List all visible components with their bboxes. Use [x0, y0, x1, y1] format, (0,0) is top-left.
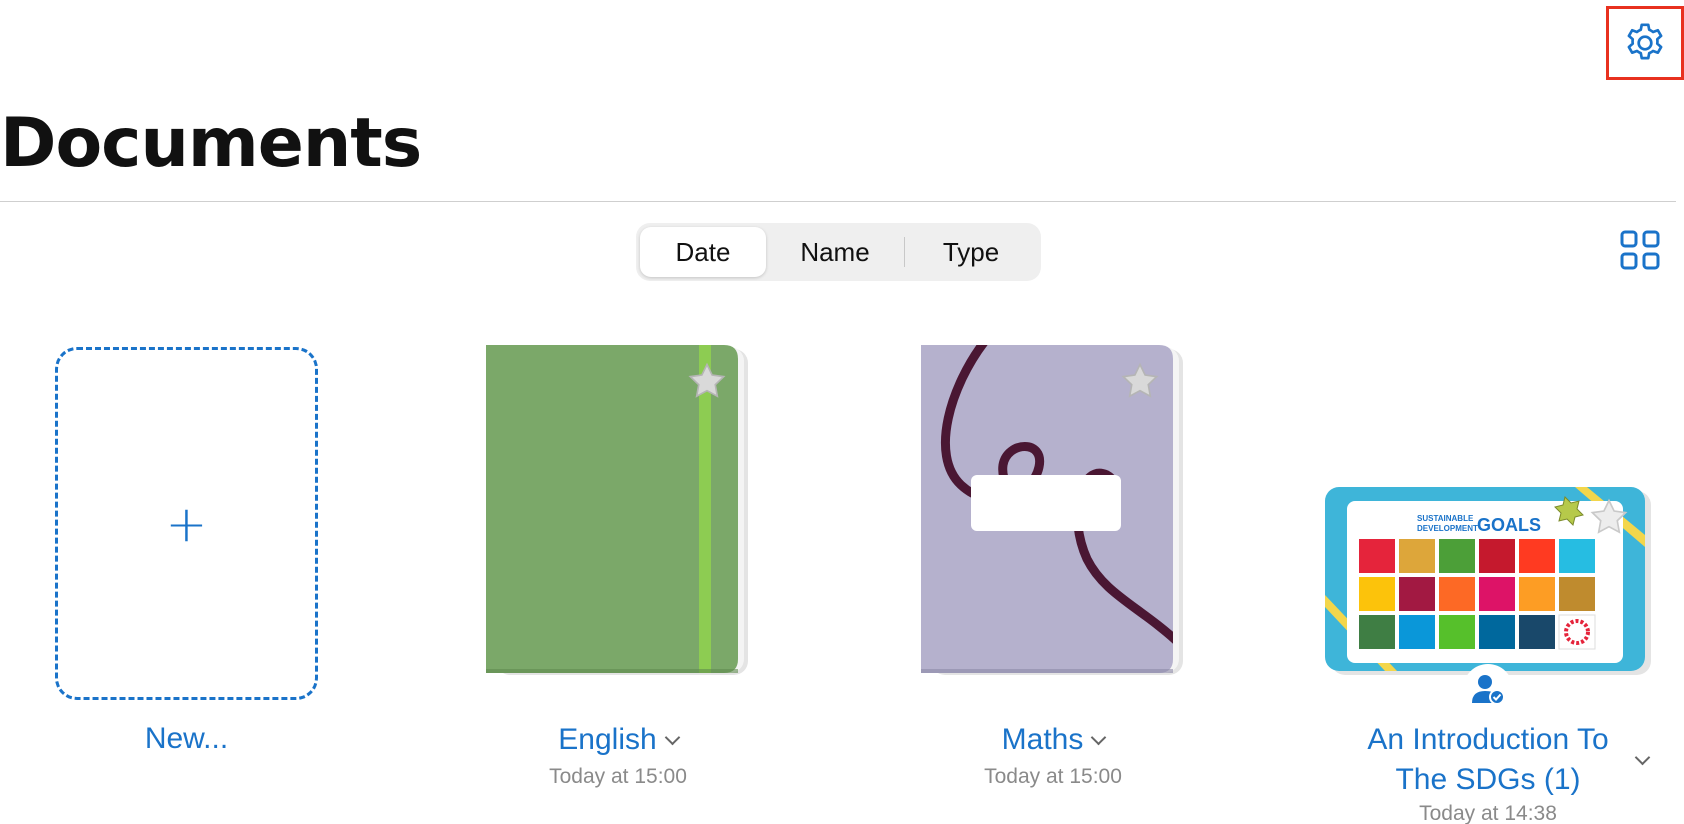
shared-user-icon	[1472, 675, 1505, 705]
document-title[interactable]: Maths	[921, 720, 1185, 760]
favorite-star-icon[interactable]	[1589, 498, 1629, 536]
sdg-heading-line1: SUSTAINABLE	[1417, 514, 1474, 523]
grid-view-icon[interactable]	[1620, 230, 1660, 270]
new-document-card[interactable]: +	[55, 347, 318, 700]
shared-badge	[1463, 664, 1513, 714]
favorite-star-icon[interactable]	[687, 362, 727, 400]
document-title[interactable]: An Introduction To The SDGs (1)	[1325, 720, 1651, 800]
sdg-heading-line2: DEVELOPMENT	[1417, 524, 1478, 533]
document-date: Today at 14:38	[1419, 802, 1557, 824]
header-divider	[0, 201, 1676, 202]
document-date: Today at 15:00	[549, 765, 687, 788]
settings-button[interactable]	[1606, 6, 1684, 80]
new-document-label[interactable]: New...	[55, 722, 318, 756]
chevron-down-icon[interactable]	[1091, 729, 1107, 746]
sort-by-date-button[interactable]: Date	[640, 227, 766, 277]
favorite-star-icon[interactable]	[1120, 362, 1160, 400]
gear-icon	[1627, 23, 1663, 60]
sort-segmented-control: Date Name Type	[636, 223, 1041, 281]
chevron-down-icon[interactable]	[664, 729, 680, 746]
document-date: Today at 15:00	[984, 765, 1122, 788]
sort-by-type-button[interactable]: Type	[905, 227, 1037, 277]
document-title[interactable]: English	[486, 720, 750, 760]
plus-icon: +	[165, 494, 208, 553]
sort-by-name-button[interactable]: Name	[766, 227, 904, 277]
sdg-heading-goals: GOALS	[1477, 515, 1541, 535]
page-title: Documents	[0, 104, 422, 183]
